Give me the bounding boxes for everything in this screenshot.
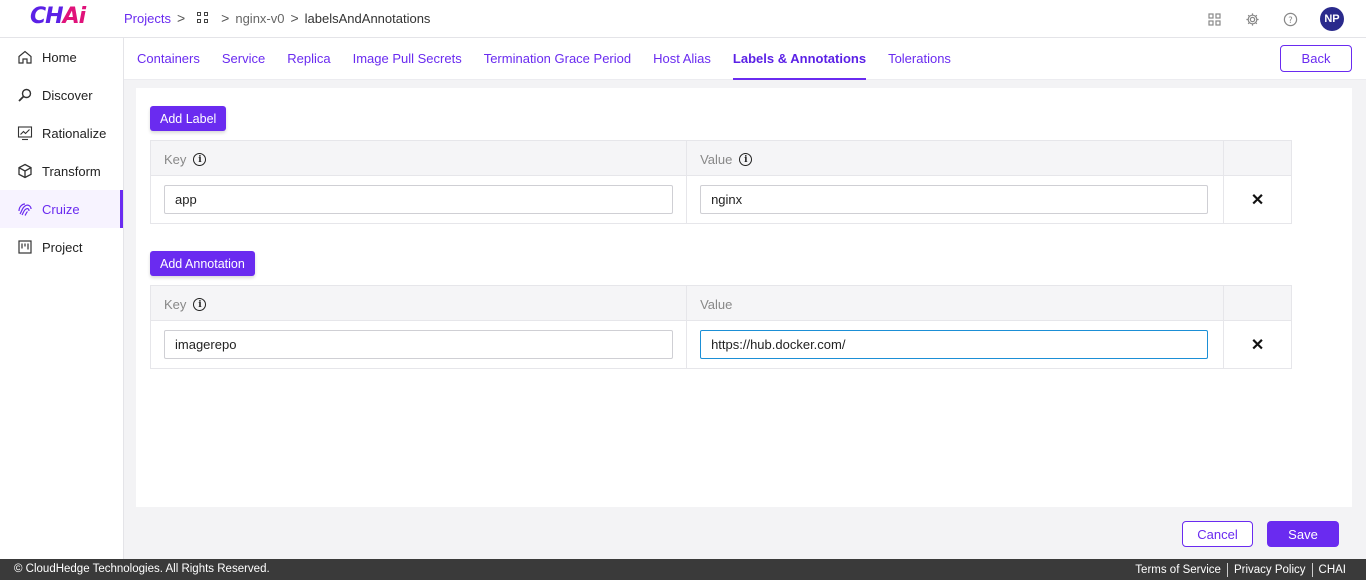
settings-icon[interactable]: [1244, 11, 1260, 27]
value-header-label: Value: [700, 297, 733, 312]
help-icon[interactable]: ?: [1282, 11, 1298, 27]
discover-icon: [17, 87, 33, 103]
svg-text:?: ?: [1288, 14, 1292, 24]
cancel-button[interactable]: Cancel: [1182, 521, 1253, 547]
action-header: [1224, 141, 1291, 175]
delete-row-icon[interactable]: ✕: [1251, 190, 1264, 210]
breadcrumb-separator: >: [176, 10, 186, 26]
chai-logo[interactable]: CHAi: [30, 4, 87, 29]
tab-replica[interactable]: Replica: [287, 38, 330, 80]
header-icons: ? NP: [1206, 7, 1344, 31]
user-avatar[interactable]: NP: [1320, 7, 1344, 31]
cruize-icon: [17, 201, 33, 217]
delete-row-icon[interactable]: ✕: [1251, 335, 1264, 355]
grid-icon[interactable]: [1206, 11, 1222, 27]
breadcrumb-grid-icon[interactable]: [197, 12, 209, 24]
sidebar-item-project[interactable]: Project: [0, 228, 123, 266]
tab-containers[interactable]: Containers: [137, 38, 200, 80]
tab-list: Containers Service Replica Image Pull Se…: [137, 38, 951, 80]
sidebar-item-label: Home: [42, 49, 77, 65]
sidebar-item-label: Rationalize: [42, 125, 107, 141]
content-panel: Add Label Keyi Valuei ✕ Add Annotation K…: [136, 88, 1352, 507]
rationalize-icon: [17, 125, 33, 141]
label-key-input[interactable]: [164, 185, 673, 214]
key-header: Key i: [164, 152, 207, 167]
logo-suffix: Ai: [62, 4, 87, 29]
back-button[interactable]: Back: [1280, 45, 1352, 72]
info-icon[interactable]: i: [739, 153, 753, 166]
tab-tolerations[interactable]: Tolerations: [888, 38, 951, 80]
key-header-label: Key: [164, 152, 187, 167]
sidebar-item-cruize[interactable]: Cruize: [0, 190, 123, 228]
annotations-table: Keyi Value ✕: [150, 285, 1292, 369]
action-header: [1224, 286, 1291, 320]
table-header: Key i Value i: [151, 141, 1291, 176]
sidebar-item-home[interactable]: Home: [0, 38, 123, 76]
sidebar-item-transform[interactable]: Transform: [0, 152, 123, 190]
sidebar-item-rationalize[interactable]: Rationalize: [0, 114, 123, 152]
label-value-input[interactable]: [700, 185, 1209, 214]
add-annotation-button[interactable]: Add Annotation: [150, 251, 255, 276]
value-header-label: Value: [700, 152, 733, 167]
save-button[interactable]: Save: [1267, 521, 1339, 547]
key-header: Key i: [164, 297, 207, 312]
key-header-label: Key: [164, 297, 187, 312]
sidebar-item-label: Project: [42, 239, 83, 255]
footer-links: Terms of Service Privacy Policy CHAI: [1129, 563, 1352, 577]
breadcrumb: Projects > > nginx-v0 > labelsAndAnnotat…: [124, 10, 430, 26]
tab-labels-annotations[interactable]: Labels & Annotations: [732, 38, 867, 80]
chai-link[interactable]: CHAI: [1311, 563, 1352, 577]
info-icon[interactable]: i: [193, 153, 207, 166]
tab-image-pull-secrets[interactable]: Image Pull Secrets: [353, 38, 462, 80]
footer: © CloudHedge Technologies. All Rights Re…: [0, 559, 1366, 580]
annotation-value-input[interactable]: [700, 330, 1209, 359]
labels-table: Keyi Valuei ✕: [150, 140, 1292, 224]
home-icon: [17, 49, 33, 65]
add-label-button[interactable]: Add Label: [150, 106, 227, 131]
tabs-bar: Containers Service Replica Image Pull Se…: [124, 38, 1366, 80]
value-header: Value i: [700, 152, 753, 167]
table-header: Key i Value: [151, 286, 1291, 321]
table-row: ✕: [151, 176, 1291, 223]
top-header: CHAi Projects > > nginx-v0 > labelsAndAn…: [0, 0, 1366, 38]
copyright-text: © CloudHedge Technologies. All Rights Re…: [14, 563, 270, 575]
sidebar-item-discover[interactable]: Discover: [0, 76, 123, 114]
logo-prefix: CH: [30, 4, 64, 29]
sidebar: Home Discover Rationalize Transform Crui…: [0, 38, 124, 559]
tab-termination-grace-period[interactable]: Termination Grace Period: [484, 38, 631, 80]
sidebar-item-label: Cruize: [42, 201, 80, 217]
project-icon: [17, 239, 33, 255]
breadcrumb-projects-link[interactable]: Projects: [124, 11, 171, 26]
table-row: ✕: [151, 321, 1291, 368]
info-icon[interactable]: i: [193, 298, 207, 311]
breadcrumb-separator: >: [290, 10, 299, 26]
value-header: Value: [700, 297, 732, 312]
breadcrumb-project[interactable]: nginx-v0: [235, 11, 284, 26]
sidebar-item-label: Discover: [42, 87, 93, 103]
tab-service[interactable]: Service: [222, 38, 265, 80]
privacy-policy-link[interactable]: Privacy Policy: [1226, 563, 1312, 577]
annotation-key-input[interactable]: [164, 330, 673, 359]
terms-of-service-link[interactable]: Terms of Service: [1129, 563, 1227, 577]
transform-icon: [17, 163, 33, 179]
breadcrumb-current-page: labelsAndAnnotations: [304, 10, 431, 26]
breadcrumb-separator: >: [221, 10, 230, 26]
tab-host-alias[interactable]: Host Alias: [653, 38, 711, 80]
sidebar-item-label: Transform: [42, 163, 101, 179]
